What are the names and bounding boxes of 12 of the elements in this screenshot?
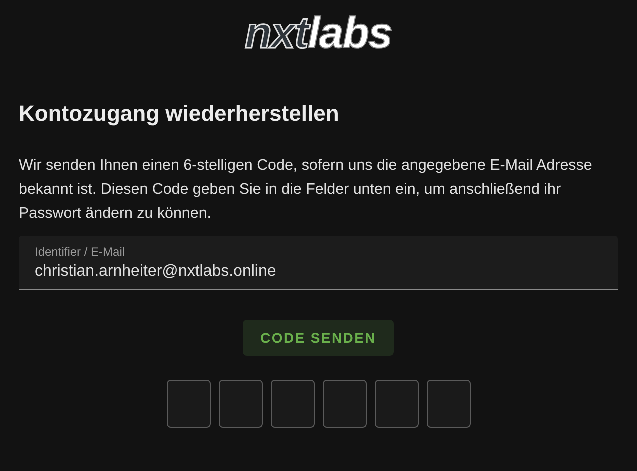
code-digit-field[interactable] bbox=[166, 380, 210, 428]
identifier-field[interactable]: Identifier / E-Mail christian.arnheiter@nxtlabs.online bbox=[19, 236, 618, 290]
logo: nxtlabs bbox=[244, 10, 392, 58]
code-digit-field[interactable] bbox=[218, 380, 262, 428]
code-digit-field[interactable] bbox=[270, 380, 314, 428]
code-digit-field[interactable] bbox=[322, 380, 366, 428]
page-title: Kontozugang wiederherstellen bbox=[19, 100, 340, 128]
code-digit-field[interactable] bbox=[426, 380, 470, 428]
code-digit-field[interactable] bbox=[374, 380, 418, 428]
send-code-button[interactable]: CODE SENDEN bbox=[242, 320, 394, 356]
description-text: Wir senden Ihnen einen 6-stelligen Code, sofern uns die angegebene E-Mail Adresse bekannt ist. Diesen Code geben Sie in die Felder unten ein, um anschließend ihr Passwort ändern zu können. bbox=[19, 156, 594, 224]
field-label: Identifier / E-Mail bbox=[35, 244, 126, 260]
